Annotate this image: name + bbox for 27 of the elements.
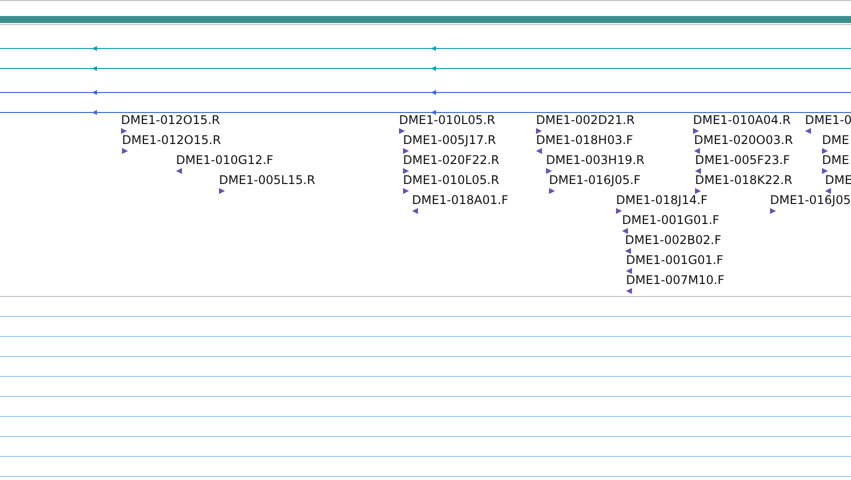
read-label: DME1-003H19.R: [546, 153, 644, 167]
read-label: DME1-016J05.F: [549, 173, 641, 187]
read-label: DME1-010A04.R: [693, 113, 791, 127]
read-label: DME1-005L15.R: [219, 173, 316, 187]
read-label: DME1-012O15.R: [122, 133, 221, 147]
read-label: DME1-010L05.R: [399, 113, 496, 127]
read-label: DME: [822, 133, 850, 147]
read-label: DME1-018K22.R: [695, 173, 792, 187]
read-label: DME1-005F23.F: [695, 153, 790, 167]
read-label: DME1-018J14.F: [616, 193, 708, 207]
read-label: DME1-018A01.F: [412, 193, 508, 207]
read-label: DME1-020O03.R: [694, 133, 793, 147]
read-label: DME1-012O15.R: [121, 113, 220, 127]
read-label: DME1-002B02.F: [625, 233, 722, 247]
read-label: DME: [825, 173, 851, 187]
read-label: DME1-001G01.F: [626, 253, 724, 267]
read-label: DME1-020F22.R: [403, 153, 500, 167]
read-label: DME1-001G01.F: [622, 213, 720, 227]
read-label: DME1-002D21.R: [536, 113, 635, 127]
read-label: DME1-005J17.R: [403, 133, 496, 147]
read-label: DME: [822, 153, 850, 167]
read-label: DME1-010L05.R: [403, 173, 500, 187]
read-label: DME1-0: [805, 113, 851, 127]
read-label: DME1-018H03.F: [536, 133, 634, 147]
read-label: DME1-007M10.F: [626, 273, 724, 287]
read-label: DME1-016J05: [770, 193, 851, 207]
read-label: DME1-010G12.F: [176, 153, 274, 167]
